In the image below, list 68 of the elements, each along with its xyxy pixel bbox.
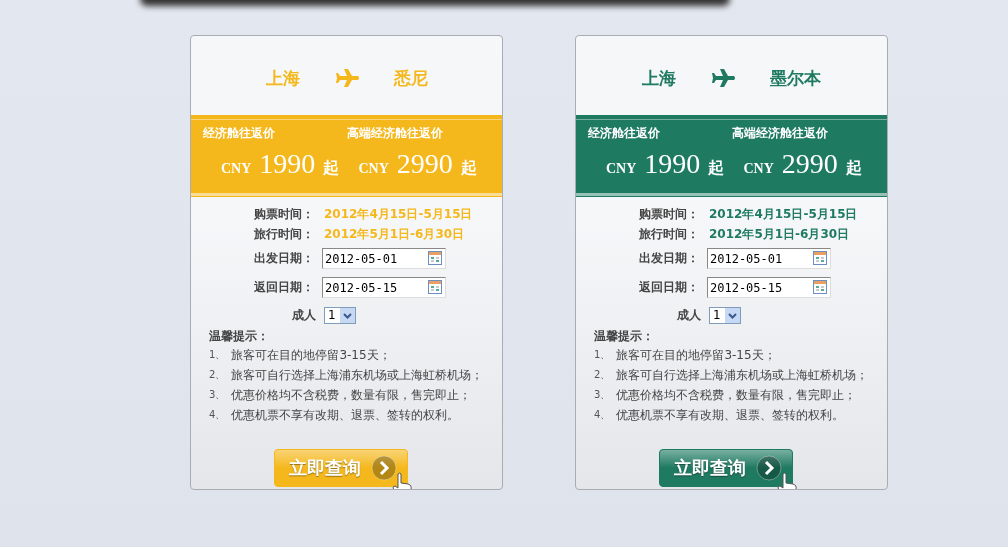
tip-number: 3、 <box>209 388 226 402</box>
price-suffix: 起 <box>460 158 477 178</box>
tips-title: 温馨提示： <box>594 328 655 345</box>
info-value: 2012年5月1日-6月30日 <box>324 225 465 243</box>
tip-number: 1、 <box>209 348 226 362</box>
tip-text: 优惠机票不享有改期、退票、签转的权利。 <box>231 406 460 424</box>
price-label: 高端经济舱往返价 <box>346 125 444 142</box>
tip-number: 2、 <box>594 368 611 382</box>
tip-text: 旅客可在目的地停留3-15天； <box>231 346 391 364</box>
currency: CNY <box>221 161 252 177</box>
info-label: 旅行时间： <box>254 225 314 243</box>
date-field[interactable]: 2012-05-01 <box>707 248 831 269</box>
field-label: 成人 <box>677 306 701 324</box>
tip-number: 4、 <box>209 408 226 422</box>
tip-text: 优惠价格均不含税费，数量有限，售完即止； <box>616 386 857 404</box>
info-label: 购票时间： <box>254 205 314 223</box>
tip-number: 3、 <box>594 388 611 402</box>
tip-text: 旅客可在目的地停留3-15天； <box>616 346 776 364</box>
currency: CNY <box>606 161 637 177</box>
arrow-circle-icon <box>755 455 782 481</box>
tips-title: 温馨提示： <box>209 328 270 345</box>
tip-text: 旅客可自行选择上海浦东机场或上海虹桥机场； <box>231 366 484 384</box>
origin-city: 上海 <box>642 66 676 90</box>
calendar-icon[interactable] <box>813 280 827 294</box>
info-value: 2012年4月15日-5月15日 <box>709 205 858 223</box>
tip-number: 1、 <box>594 348 611 362</box>
tip-number: 2、 <box>209 368 226 382</box>
date-field[interactable]: 2012-05-01 <box>322 248 446 269</box>
info-value: 2012年5月1日-6月30日 <box>709 225 850 243</box>
calendar-icon[interactable] <box>428 251 442 265</box>
caret-icon <box>725 307 740 323</box>
price-suffix: 起 <box>323 158 340 178</box>
field-label: 出发日期： <box>639 250 699 267</box>
price-label: 经济舱往返价 <box>203 125 276 142</box>
date-field[interactable]: 2012-05-15 <box>322 277 446 298</box>
tip-number: 4、 <box>594 408 611 422</box>
calendar-icon[interactable] <box>428 280 442 294</box>
airplane-icon <box>333 67 360 89</box>
tip-text: 优惠价格均不含税费，数量有限，售完即止； <box>231 386 472 404</box>
airplane-icon <box>710 67 736 89</box>
origin-city: 上海 <box>265 66 300 90</box>
info-label: 旅行时间： <box>639 225 699 243</box>
calendar-icon[interactable] <box>813 251 827 265</box>
field-label: 返回日期： <box>639 279 699 296</box>
currency: CNY <box>358 161 389 177</box>
info-label: 购票时间： <box>639 205 699 223</box>
price-label: 经济舱往返价 <box>588 125 661 142</box>
price-suffix: 起 <box>708 158 725 178</box>
price-suffix: 起 <box>845 158 862 178</box>
info-value: 2012年4月15日-5月15日 <box>324 205 473 223</box>
adults-select[interactable]: 1 <box>709 306 741 324</box>
destination-city: 墨尔本 <box>770 66 821 90</box>
field-label: 返回日期： <box>254 279 314 296</box>
price-amount: 1990 <box>259 148 316 180</box>
price-label: 高端经济舱往返价 <box>731 125 829 142</box>
price-amount: 2990 <box>781 148 838 180</box>
price-amount: 1990 <box>644 148 701 180</box>
tip-text: 优惠机票不享有改期、退票、签转的权利。 <box>616 406 845 424</box>
field-label: 出发日期： <box>254 250 314 267</box>
currency: CNY <box>743 161 774 177</box>
tip-text: 旅客可自行选择上海浦东机场或上海虹桥机场； <box>616 366 869 384</box>
field-label: 成人 <box>292 306 316 324</box>
date-field[interactable]: 2012-05-15 <box>707 277 831 298</box>
destination-city: 悉尼 <box>393 66 428 90</box>
adults-select[interactable]: 1 <box>324 306 356 324</box>
arrow-circle-icon <box>370 455 397 481</box>
price-amount: 2990 <box>396 148 453 180</box>
caret-icon <box>340 307 355 323</box>
